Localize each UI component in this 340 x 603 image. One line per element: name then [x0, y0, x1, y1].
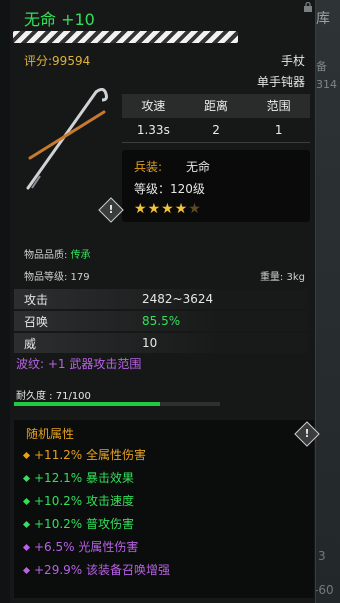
weapon-info-box: 兵装: 无命 等级：120级 ★★★★★ — [122, 150, 310, 222]
wave-bonus: 波纹: +1 武器攻击范围 — [16, 357, 142, 371]
attribute-value: 10 — [142, 336, 158, 350]
random-attribute-text: +10.2% 攻击速度 — [34, 494, 134, 508]
stat-value-area: 1 — [274, 123, 283, 137]
base-attributes: 攻击 2482~3624 召唤 85.5% 威 10 — [14, 289, 308, 355]
random-attribute-item: +12.1% 暴击效果 — [22, 469, 134, 486]
random-attribute-item: +10.2% 攻击速度 — [22, 492, 134, 509]
lock-icon — [304, 2, 312, 12]
stats-header-row: 攻速 距离 范围 — [122, 94, 310, 118]
info-icon-glyph: ! — [304, 427, 310, 440]
attribute-row-summon: 召唤 85.5% — [14, 311, 308, 331]
attribute-key: 召唤 — [24, 314, 49, 329]
durability-bar-fill — [14, 402, 161, 406]
random-attribute-text: +29.9% 该装备召唤增强 — [34, 563, 170, 577]
stat-value-speed: 1.33s — [136, 123, 170, 137]
attribute-key: 威 — [24, 336, 37, 351]
star-rating: ★★★★★ — [134, 201, 202, 217]
star-empty-icon: ★ — [188, 201, 202, 217]
info-icon-glyph: ! — [108, 203, 114, 216]
weapon-value: 无命 — [186, 160, 211, 174]
background-fragment: -60 — [314, 583, 334, 597]
stat-header-area: 范围 — [266, 99, 291, 113]
item-name: 无命 +10 — [24, 10, 95, 29]
background-fragment: 314 — [316, 78, 337, 91]
diamond-bullet-icon — [22, 451, 31, 460]
library-tab-label[interactable]: 库 — [316, 8, 330, 28]
durability-label: 耐久度 : 71/100 — [16, 391, 91, 402]
background-panel-right: 库 备 314 3 -60 — [314, 0, 340, 603]
star-filled-icon: ★ — [134, 201, 148, 217]
attribute-value: 85.5% — [142, 314, 181, 328]
star-filled-icon: ★ — [174, 201, 189, 217]
random-attribute-text: +10.2% 普攻伤害 — [34, 517, 134, 531]
random-attribute-item: +11.2% 全属性伤害 — [22, 446, 146, 463]
quality-value: 传承 — [70, 250, 91, 261]
random-attributes-title: 随机属性 — [26, 427, 75, 441]
weapon-label: 兵装: — [134, 160, 163, 174]
diamond-bullet-icon — [22, 474, 31, 483]
durability-bar — [14, 402, 220, 406]
rarity-stripe-bar — [13, 31, 238, 43]
left-background-edge — [0, 0, 10, 603]
item-quality: 物品品质: 传承 — [24, 246, 91, 261]
diamond-bullet-icon — [22, 520, 31, 529]
background-fragment: 3 — [318, 549, 326, 563]
random-attribute-item: +29.9% 该装备召唤增强 — [22, 561, 170, 578]
diamond-bullet-icon — [22, 543, 31, 552]
stat-header-speed: 攻速 — [141, 99, 166, 113]
item-score: 评分:99594 — [24, 54, 91, 68]
diamond-bullet-icon — [22, 566, 31, 575]
random-attribute-item: +6.5% 光属性伤害 — [22, 538, 139, 555]
random-attribute-text: +6.5% 光属性伤害 — [34, 540, 139, 554]
quality-label: 物品品质: — [24, 250, 68, 261]
random-attributes-panel: 随机属性 +11.2% 全属性伤害 +12.1% 暴击效果 +10.2% 攻击速度 +… — [14, 420, 314, 598]
item-type: 手杖 — [280, 54, 305, 68]
stats-value-row: 1.33s 2 1 — [122, 118, 310, 143]
attribute-row-might: 威 10 — [14, 333, 308, 353]
stat-value-range: 2 — [212, 123, 220, 137]
attribute-key: 攻击 — [24, 292, 49, 307]
item-level: 物品等级: 179 — [24, 272, 90, 283]
star-filled-icon: ★ — [147, 201, 162, 217]
stat-header-range: 距离 — [204, 99, 229, 113]
star-filled-icon: ★ — [161, 201, 175, 217]
background-fragment: 备 — [316, 60, 327, 73]
random-attribute-text: +12.1% 暴击效果 — [34, 471, 134, 485]
random-attribute-item: +10.2% 普攻伤害 — [22, 515, 134, 532]
weapon-staff-icon — [26, 88, 108, 190]
item-tooltip: 无命 +10 评分:99594 手杖 单手钝器 攻速 距离 范围 1.33s 2… — [10, 0, 320, 603]
item-required-level: 等级：120级 — [134, 182, 205, 196]
diamond-bullet-icon — [22, 497, 31, 506]
attribute-row-attack: 攻击 2482~3624 — [14, 289, 308, 309]
random-attribute-text: +11.2% 全属性伤害 — [34, 448, 146, 462]
info-icon[interactable]: ! — [98, 197, 124, 223]
item-subtype: 单手钝器 — [256, 75, 305, 89]
attribute-value: 2482~3624 — [142, 292, 214, 306]
item-weight: 重量: 3kg — [259, 272, 305, 283]
weapon-stats-table: 攻速 距离 范围 1.33s 2 1 — [122, 94, 310, 146]
